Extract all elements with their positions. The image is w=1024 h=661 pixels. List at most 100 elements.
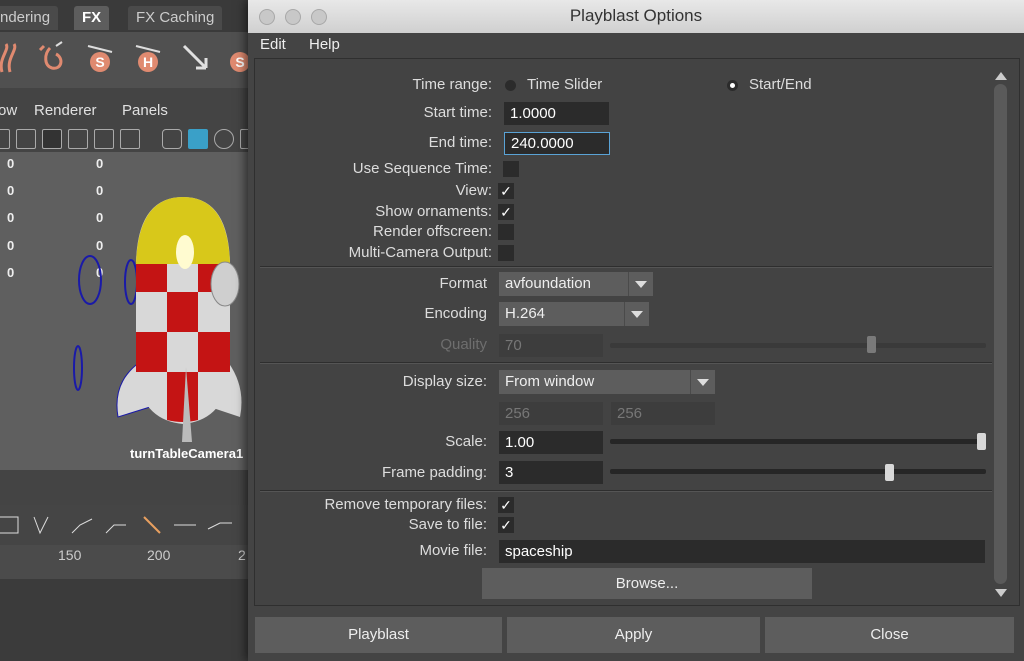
use-sequence-time-checkbox[interactable] [503, 161, 519, 177]
encoding-label: Encoding [424, 305, 487, 322]
viewport-tool-icon[interactable] [94, 129, 114, 149]
fx-tool-icon[interactable]: S [224, 40, 250, 76]
playblast-options-dialog: Playblast Options Edit Help Time range: … [248, 0, 1024, 661]
fx-tool-icon[interactable] [0, 40, 28, 76]
viewport-menu-panels[interactable]: Panels [122, 102, 168, 119]
viewport-menu-show[interactable]: ow [0, 102, 17, 119]
dialog-title: Playblast Options [569, 6, 703, 25]
remove-temp-files-checkbox[interactable]: ✓ [498, 497, 514, 513]
radio-time-slider[interactable] [505, 80, 516, 91]
quality-slider-handle [866, 336, 876, 353]
remove-temp-files-label: Remove temporary files: [324, 496, 487, 513]
camera-label: turnTableCamera1 [130, 446, 244, 461]
show-ornaments-checkbox[interactable]: ✓ [498, 204, 514, 220]
chevron-down-icon [624, 302, 649, 326]
viewport-tool-icon[interactable] [16, 129, 36, 149]
scroll-up-arrow-icon[interactable] [995, 72, 1007, 80]
fx-shelf: S H S [0, 32, 250, 88]
viewport-tool-icon[interactable] [0, 129, 10, 149]
svg-text:S: S [235, 54, 244, 70]
start-time-field[interactable]: 1.0000 [504, 102, 609, 125]
radio-start-end-label[interactable]: Start/End [749, 76, 812, 93]
movie-file-label: Movie file: [419, 542, 487, 559]
frame-padding-slider[interactable] [610, 469, 986, 474]
chevron-down-icon [628, 272, 653, 296]
multi-camera-output-label: Multi-Camera Output: [348, 244, 492, 261]
format-label: Format [439, 275, 487, 292]
radio-time-slider-label[interactable]: Time Slider [527, 76, 602, 93]
viewport-menubar: ow Renderer Panels [0, 98, 250, 124]
display-size-label: Display size: [402, 373, 487, 390]
save-to-file-checkbox[interactable]: ✓ [498, 517, 514, 533]
save-to-file-label: Save to file: [408, 516, 487, 533]
movie-file-field[interactable]: spaceship [499, 540, 985, 563]
apply-button[interactable]: Apply [507, 617, 760, 653]
viewport-tool-icon[interactable] [120, 129, 140, 149]
menu-help[interactable]: Help [309, 36, 340, 53]
svg-text:S: S [95, 54, 104, 70]
view-checkbox[interactable]: ✓ [498, 183, 514, 199]
scroll-down-arrow-icon[interactable] [995, 589, 1007, 597]
start-time-label: Start time: [423, 104, 492, 121]
shelf-tabs: ndering FX FX Caching [0, 0, 250, 32]
viewport-tool-icon[interactable] [68, 129, 88, 149]
use-sequence-time-label: Use Sequence Time: [352, 160, 492, 177]
viewport-menu-renderer[interactable]: Renderer [34, 102, 97, 119]
timeline-tick-label: 2 [238, 547, 246, 563]
fx-tool-icon[interactable]: H [132, 40, 164, 76]
3d-viewport[interactable]: 0 0 0 0 0 0 0 0 0 0 turnTableCamera1 [0, 152, 250, 470]
time-range-label: Time range: [412, 76, 492, 93]
separator [260, 266, 992, 268]
svg-text:H: H [143, 54, 153, 70]
format-dropdown[interactable]: avfoundation [499, 272, 653, 296]
shaded-cube-icon[interactable] [188, 129, 208, 149]
fx-tool-icon[interactable] [36, 40, 68, 76]
fx-tool-icon[interactable]: S [84, 40, 116, 76]
view-label: View: [455, 182, 492, 199]
scrollbar-thumb[interactable] [994, 84, 1007, 584]
display-size-dropdown[interactable]: From window [499, 370, 715, 394]
texture-sphere-icon[interactable] [214, 129, 234, 149]
shelf-tab-fx-caching[interactable]: FX Caching [128, 6, 223, 30]
radio-start-end[interactable] [727, 80, 738, 91]
menu-edit[interactable]: Edit [260, 36, 286, 53]
format-value: avfoundation [505, 275, 591, 292]
wireframe-cube-icon[interactable] [162, 129, 182, 149]
render-offscreen-checkbox[interactable] [498, 224, 514, 240]
shelf-tab-rendering[interactable]: ndering [0, 6, 59, 30]
graph-editor-area[interactable]: 150 200 2 [0, 545, 250, 661]
browse-button[interactable]: Browse... [482, 568, 812, 599]
close-button[interactable]: Close [765, 617, 1014, 653]
multi-camera-output-checkbox[interactable] [498, 245, 514, 261]
vertical-scrollbar[interactable] [992, 66, 1010, 602]
scale-label: Scale: [445, 433, 487, 450]
quality-field: 70 [499, 334, 603, 357]
display-size-value: From window [505, 373, 595, 390]
frame-padding-slider-handle[interactable] [885, 464, 895, 481]
rocket-model [73, 197, 242, 442]
scale-slider[interactable] [610, 439, 986, 444]
display-height-field: 256 [611, 402, 715, 425]
fx-tool-icon[interactable] [180, 40, 212, 76]
frame-padding-label: Frame padding: [381, 464, 487, 481]
scale-slider-handle[interactable] [977, 433, 986, 450]
scale-field[interactable]: 1.00 [499, 431, 603, 454]
timeline-tick-label: 150 [58, 547, 82, 563]
end-time-label: End time: [428, 134, 492, 151]
end-time-field[interactable]: 240.0000 [504, 132, 610, 155]
shelf-tab-fx[interactable]: FX [74, 6, 110, 30]
title-bar[interactable]: Playblast Options [248, 0, 1024, 34]
encoding-value: H.264 [505, 305, 546, 322]
viewport-tool-icon[interactable] [42, 129, 62, 149]
graph-editor-toolbar [0, 505, 250, 545]
render-offscreen-label: Render offscreen: [373, 223, 492, 240]
encoding-dropdown[interactable]: H.264 [499, 302, 649, 326]
show-ornaments-label: Show ornaments: [375, 203, 492, 220]
separator [260, 362, 992, 364]
dialog-menubar: Edit Help [248, 33, 1024, 57]
quality-slider [610, 343, 986, 348]
frame-padding-field[interactable]: 3 [499, 461, 603, 484]
playblast-button[interactable]: Playblast [255, 617, 502, 653]
timeline-ruler: 150 200 2 [0, 545, 250, 579]
background-maya-window: ndering FX FX Caching S H S ow Renderer … [0, 0, 250, 661]
